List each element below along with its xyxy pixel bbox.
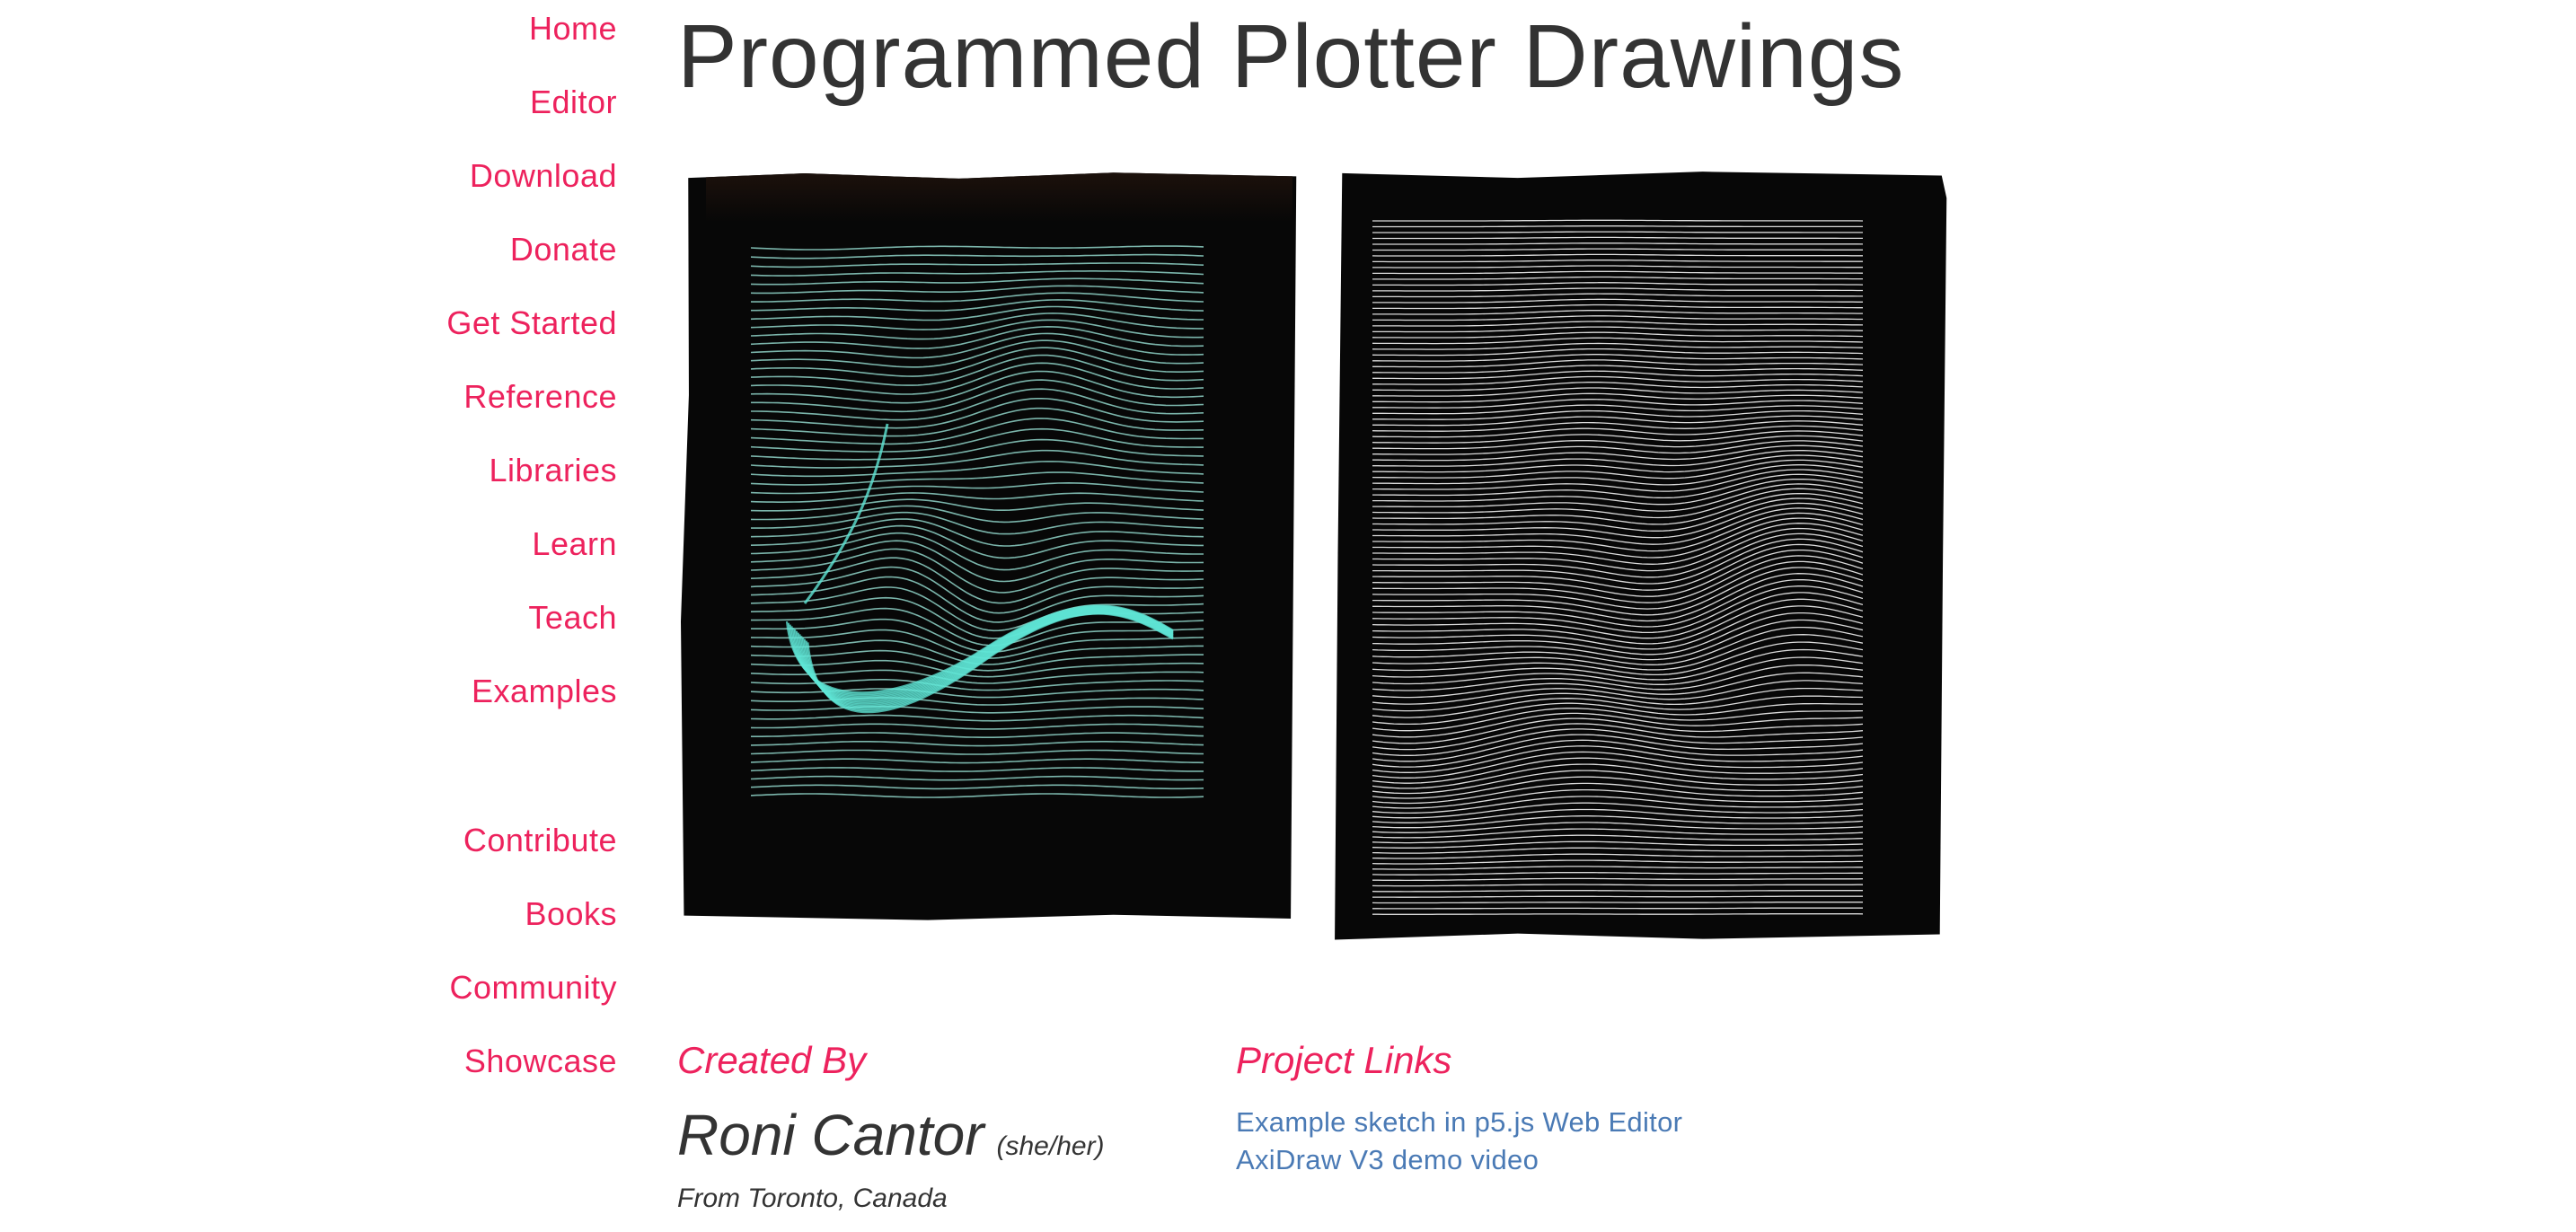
link-p5-web-editor-sketch[interactable]: Example sketch in p5.js Web Editor bbox=[1236, 1106, 1682, 1139]
nav-reference[interactable]: Reference bbox=[463, 381, 617, 413]
plotter-drawing-teal bbox=[681, 172, 1297, 920]
nav-teach[interactable]: Teach bbox=[528, 602, 617, 634]
nav-editor[interactable]: Editor bbox=[530, 86, 617, 119]
nav-libraries[interactable]: Libraries bbox=[489, 454, 617, 487]
nav-contribute[interactable]: Contribute bbox=[463, 824, 617, 857]
nav-home[interactable]: Home bbox=[529, 13, 617, 45]
plotter-drawing-white bbox=[1335, 172, 1947, 940]
creator-name-text: Roni Cantor bbox=[677, 1103, 984, 1167]
nav-donate[interactable]: Donate bbox=[510, 233, 617, 266]
page-title: Programmed Plotter Drawings bbox=[677, 6, 1905, 107]
nav-get-started[interactable]: Get Started bbox=[446, 307, 617, 339]
nav-showcase[interactable]: Showcase bbox=[464, 1045, 617, 1078]
created-by-heading: Created By bbox=[677, 1039, 867, 1081]
nav-books[interactable]: Books bbox=[525, 898, 617, 930]
plotter-lines-white bbox=[1372, 219, 1863, 915]
creator-location: From Toronto, Canada bbox=[677, 1184, 948, 1213]
nav-download[interactable]: Download bbox=[470, 160, 617, 192]
plotter-lines-teal bbox=[751, 245, 1204, 798]
project-links-heading: Project Links bbox=[1236, 1039, 1452, 1081]
nav-examples[interactable]: Examples bbox=[472, 675, 617, 708]
link-axidraw-demo-video[interactable]: AxiDraw V3 demo video bbox=[1236, 1144, 1539, 1176]
creator-pronouns: (she/her) bbox=[996, 1131, 1105, 1161]
nav-learn[interactable]: Learn bbox=[532, 528, 617, 560]
creator-name: Roni Cantor (she/her) bbox=[677, 1101, 1105, 1170]
nav-community[interactable]: Community bbox=[449, 972, 617, 1004]
